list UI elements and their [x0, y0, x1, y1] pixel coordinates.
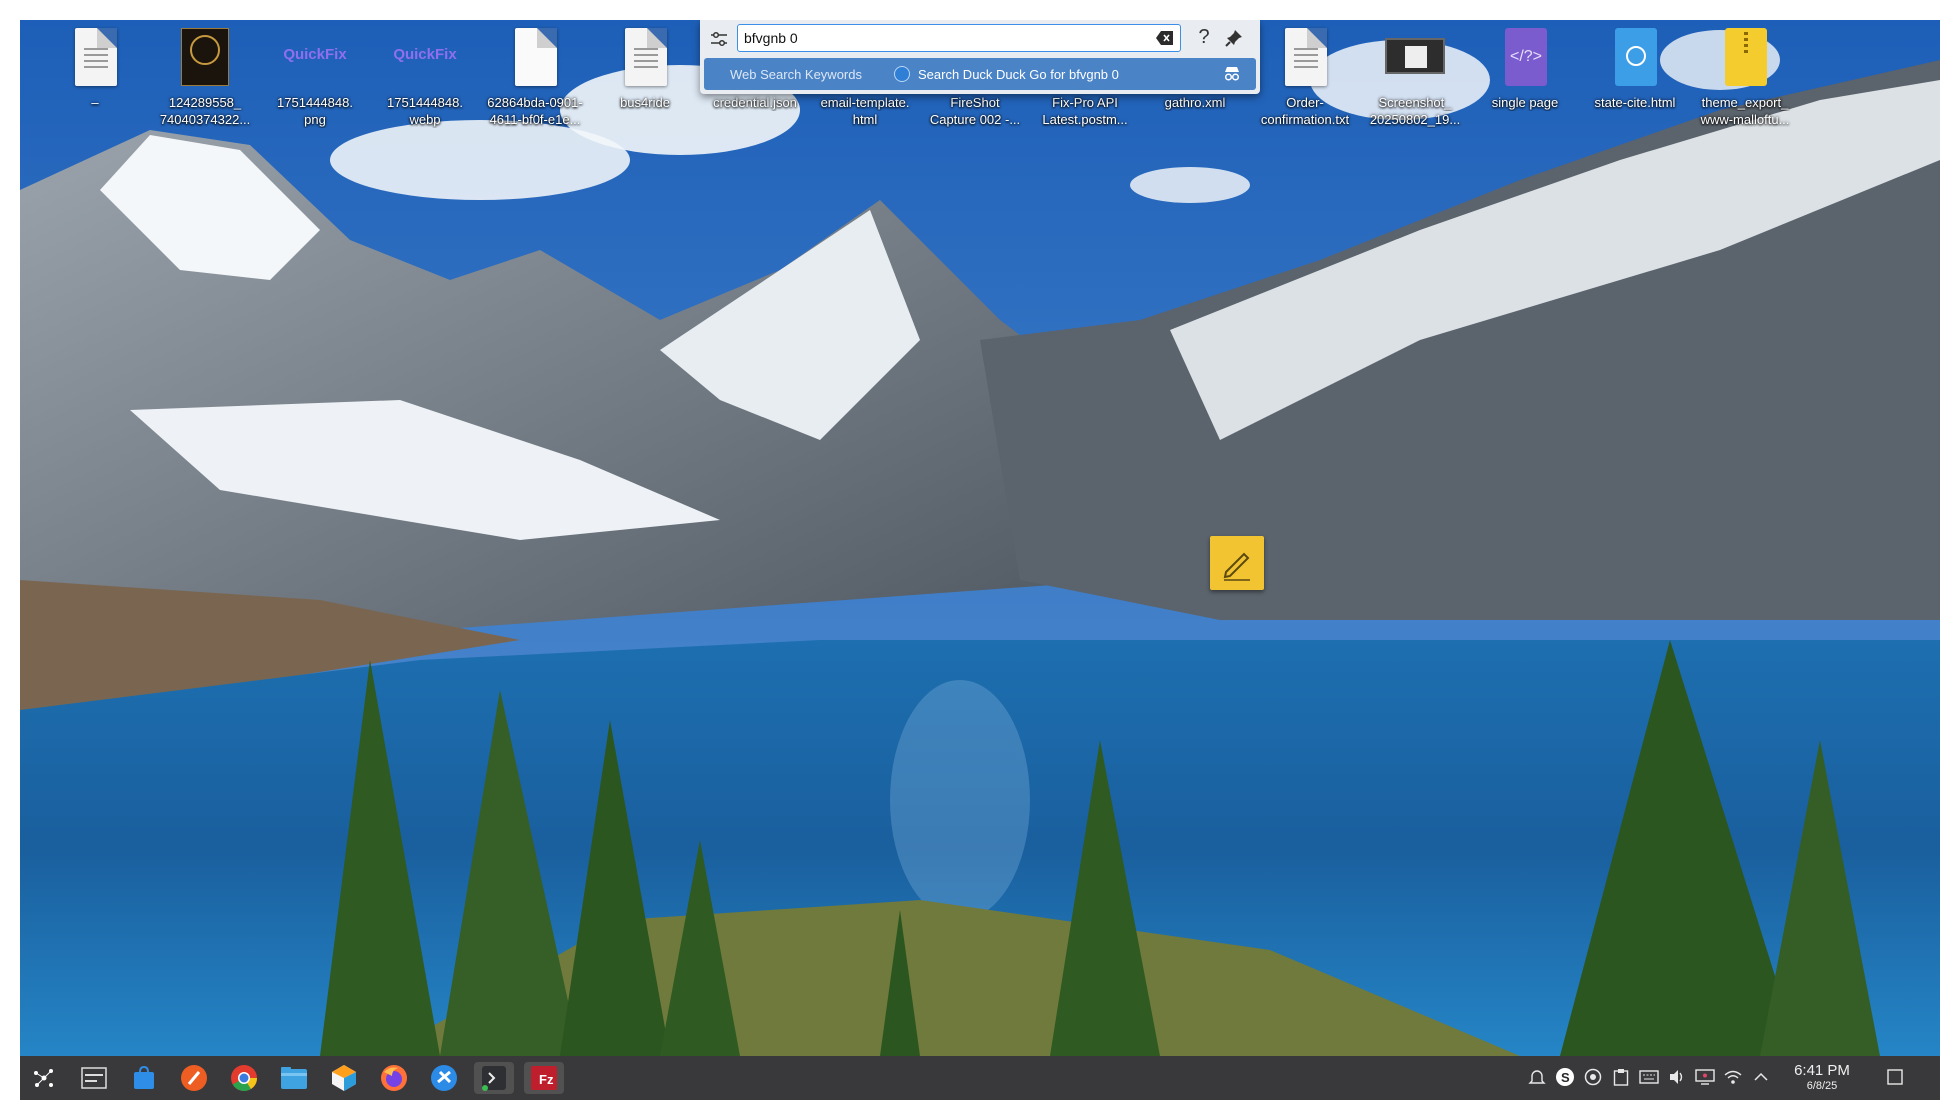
help-icon[interactable]: ?	[1194, 26, 1214, 50]
settings-sliders-icon[interactable]	[708, 28, 730, 50]
quickfix-logo-icon: QuickFix	[393, 46, 457, 63]
desktop-icon-label-line2: png	[304, 112, 326, 127]
taskbar: Fz S 6:41 PM 6/8/25	[20, 1056, 1940, 1100]
desktop-icon-label: credential.json	[713, 95, 797, 110]
sticky-note-pencil-icon[interactable]	[1210, 536, 1264, 590]
web-file-icon	[1603, 26, 1667, 90]
network-app-icon[interactable]	[424, 1062, 464, 1094]
wallpaper-image	[20, 20, 1940, 1056]
file-manager-icon[interactable]	[274, 1062, 314, 1094]
desktop-icon[interactable]: state-cite.html	[1580, 26, 1690, 111]
application-launcher-icon[interactable]	[24, 1062, 64, 1094]
desktop-icon-label: 124289558_	[168, 95, 242, 110]
clear-text-icon[interactable]	[1156, 30, 1174, 46]
desktop-icon[interactable]: 62864bda-0901- 4611-bf0f-e1e...	[480, 26, 590, 128]
zip-archive-icon	[1713, 26, 1777, 90]
clock-date: 6/8/25	[1806, 1080, 1838, 1092]
keyboard-icon[interactable]	[1638, 1066, 1660, 1088]
desktop-icon-label: gathro.xml	[1164, 95, 1226, 110]
text-file-icon	[63, 26, 127, 90]
desktop-icon-label-line2: 74040374322...	[159, 112, 251, 127]
filezilla-icon[interactable]: Fz	[524, 1062, 564, 1094]
desktop-icon-label: state-cite.html	[1594, 95, 1676, 110]
desktop-icon-label: 62864bda-0901-	[487, 95, 583, 110]
incognito-icon[interactable]	[1222, 64, 1242, 84]
desktop-icon[interactable]: QuickFix 1751444848. webp	[370, 26, 480, 128]
desktop-icon-label-line2: Latest.postm...	[1042, 112, 1128, 127]
desktop-icon-label: FireShot	[950, 95, 1000, 110]
desktop-icon-label-line2: webp	[409, 112, 441, 127]
show-desktop-icon[interactable]	[1884, 1066, 1906, 1088]
desktop-screen: – 124289558_ 74040374322... QuickFix 1751444…	[20, 20, 1940, 1100]
desktop-icon-label: theme_export_	[1701, 95, 1789, 110]
desktop-icon-label-line2: confirmation.txt	[1260, 112, 1350, 127]
desktop-icon-label-line2: 4611-bf0f-e1e...	[489, 112, 581, 127]
desktop-icon[interactable]: theme_export_ www-malloftu...	[1690, 26, 1800, 128]
desktop-icon[interactable]: </?> single page	[1470, 26, 1580, 111]
desktop-icon[interactable]: 124289558_ 74040374322...	[150, 26, 260, 128]
display-icon[interactable]	[1694, 1066, 1716, 1088]
expand-tray-icon[interactable]	[1750, 1066, 1772, 1088]
app-hexagon-icon[interactable]	[324, 1062, 364, 1094]
desktop-icon[interactable]: Screenshot_ 20250802_19...	[1360, 26, 1470, 128]
code-file-icon: </?>	[1493, 26, 1557, 90]
quickfix-logo-icon: QuickFix	[283, 46, 347, 63]
clipboard-icon[interactable]	[1610, 1066, 1632, 1088]
desktop-icon[interactable]: bus4ride	[590, 26, 700, 111]
desktop-icon-label: 1751444848.	[387, 95, 463, 110]
notifications-icon[interactable]	[1526, 1066, 1548, 1088]
desktop-icon-label: Order-	[1286, 95, 1324, 110]
result-category-label: Web Search Keywords	[730, 67, 862, 82]
pin-icon[interactable]	[1224, 28, 1244, 48]
volume-icon[interactable]	[1666, 1066, 1688, 1088]
desktop-icon-label: Fix-Pro API	[1052, 95, 1118, 110]
desktop-icon-label-line2: www-malloftu...	[1700, 112, 1790, 127]
clock-time: 6:41 PM	[1794, 1062, 1850, 1079]
desktop-icon-label-line2: Capture 002 -...	[929, 112, 1021, 127]
screenshot-thumbnail-icon	[1383, 26, 1447, 90]
result-text: Search Duck Duck Go for bfvgnb 0	[918, 67, 1119, 82]
desktop-icon[interactable]: –	[40, 26, 150, 111]
desktop-icon-label: –	[91, 95, 99, 110]
vpn-icon[interactable]	[1582, 1066, 1604, 1088]
skype-icon[interactable]: S	[1554, 1066, 1576, 1088]
clock[interactable]: 6:41 PM 6/8/25	[1782, 1062, 1862, 1093]
chrome-icon[interactable]	[224, 1062, 264, 1094]
desktop-icon[interactable]: Order-confirmation.txt	[1250, 26, 1360, 128]
desktop-icon-label-line2: html	[852, 112, 878, 127]
pager-icon[interactable]	[74, 1062, 114, 1094]
image-thumbnail-icon	[173, 26, 237, 90]
wifi-icon[interactable]	[1722, 1066, 1744, 1088]
krunner-search-input[interactable]	[737, 24, 1181, 52]
desktop-icon-label-line2: 20250802_19...	[1369, 112, 1461, 127]
svg-text:S: S	[1561, 1070, 1570, 1085]
desktop-icon-label: bus4ride	[620, 95, 670, 110]
firefox-icon[interactable]	[374, 1062, 414, 1094]
desktop-icon[interactable]: QuickFix 1751444848. png	[260, 26, 370, 128]
desktop-icon-label: single page	[1491, 95, 1559, 110]
desktop-icon-label: 1751444848.	[277, 95, 353, 110]
editor-icon[interactable]	[174, 1062, 214, 1094]
svg-text:Fz: Fz	[539, 1072, 554, 1087]
krunner-search-panel: ? Web Search Keywords Search Duck Duck G…	[700, 20, 1260, 94]
text-file-icon	[1273, 26, 1337, 90]
terminal-icon[interactable]	[474, 1062, 514, 1094]
globe-icon	[894, 66, 910, 82]
desktop-icon-label: Screenshot_	[1378, 95, 1452, 110]
blank-file-icon	[503, 26, 567, 90]
discover-store-icon[interactable]	[124, 1062, 164, 1094]
text-file-icon	[613, 26, 677, 90]
krunner-result-row[interactable]: Web Search Keywords Search Duck Duck Go …	[704, 58, 1256, 90]
desktop-icon-label: email-template.	[820, 95, 910, 110]
